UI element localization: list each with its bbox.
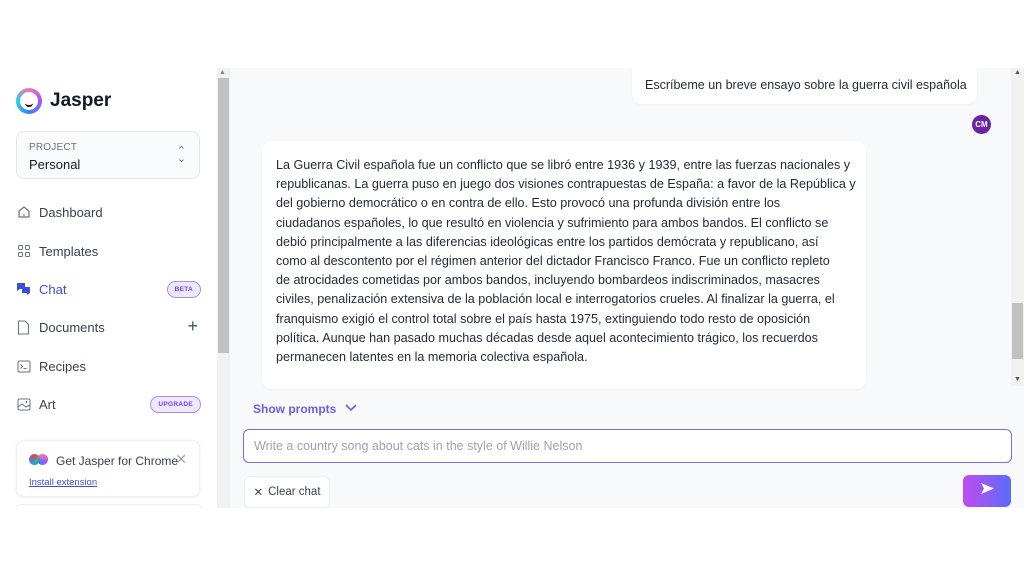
project-selector[interactable]: PROJECT Personal ⌃ ⌄ [16, 131, 200, 179]
chrome-extension-icon [29, 454, 49, 465]
sidebar-item-templates[interactable]: Templates [16, 239, 201, 263]
jasper-logo[interactable]: Jasper [16, 88, 111, 114]
terminal-icon [16, 359, 31, 374]
sidebar-scrollbar-thumb[interactable] [218, 78, 229, 353]
sidebar-item-label: Documents [39, 319, 105, 335]
sidebar-item-label: Dashboard [39, 204, 103, 220]
show-prompts-label: Show prompts [253, 402, 337, 416]
upgrade-badge[interactable]: UPGRADE [150, 396, 201, 413]
document-icon [16, 319, 31, 335]
chevron-down-icon [345, 403, 357, 415]
user-message: Escríbeme un breve ensayo sobre la guerr… [632, 68, 977, 104]
scroll-down-arrow-icon[interactable]: ▼ [1014, 376, 1021, 383]
assistant-message-text: La Guerra Civil española fue un conflict… [276, 158, 856, 365]
scroll-up-arrow-icon[interactable]: ▲ [219, 69, 226, 76]
user-avatar[interactable]: CM [972, 115, 991, 134]
chat-scrollbar-thumb[interactable] [1012, 303, 1023, 359]
jasper-logo-icon [16, 88, 42, 114]
close-icon[interactable]: ✕ [175, 451, 187, 468]
sidebar-item-label: Recipes [39, 358, 86, 374]
sidebar-item-art[interactable]: Art UPGRADE [16, 392, 201, 416]
sidebar-item-documents[interactable]: Documents + [16, 315, 201, 339]
send-button[interactable] [963, 475, 1011, 507]
project-value: Personal [29, 157, 81, 172]
project-label: PROJECT [29, 142, 78, 153]
chrome-card-title: Get Jasper for Chrome [56, 454, 179, 468]
clear-chat-label: Clear chat [268, 486, 321, 498]
install-extension-link[interactable]: Install extension [29, 477, 97, 488]
send-icon [980, 482, 995, 500]
chevron-up-down-icon: ⌃ ⌄ [176, 145, 186, 165]
sidebar-card-edge [16, 504, 202, 509]
sidebar-item-chat[interactable]: Chat BETA [16, 277, 201, 301]
app-name: Jasper [50, 90, 112, 111]
sidebar-item-recipes[interactable]: Recipes [16, 354, 201, 378]
clear-chat-button[interactable]: ✕ Clear chat [244, 476, 330, 508]
clear-icon: ✕ [253, 487, 264, 499]
sidebar-item-label: Art [39, 396, 56, 412]
image-icon [16, 397, 31, 412]
sidebar-item-label: Chat [39, 281, 67, 297]
add-document-button[interactable]: + [187, 316, 198, 337]
show-prompts-toggle[interactable]: Show prompts [253, 402, 357, 416]
home-icon [16, 205, 31, 220]
chrome-extension-card: Get Jasper for Chrome ✕ Install extensio… [16, 440, 200, 497]
chat-icon [16, 282, 31, 297]
sidebar-item-dashboard[interactable]: Dashboard [16, 200, 201, 224]
scroll-up-arrow-icon[interactable]: ▲ [1014, 69, 1021, 76]
grid-icon [16, 244, 31, 259]
beta-badge: BETA [166, 281, 201, 298]
chat-input[interactable] [243, 429, 1012, 463]
sidebar-item-label: Templates [39, 243, 99, 259]
